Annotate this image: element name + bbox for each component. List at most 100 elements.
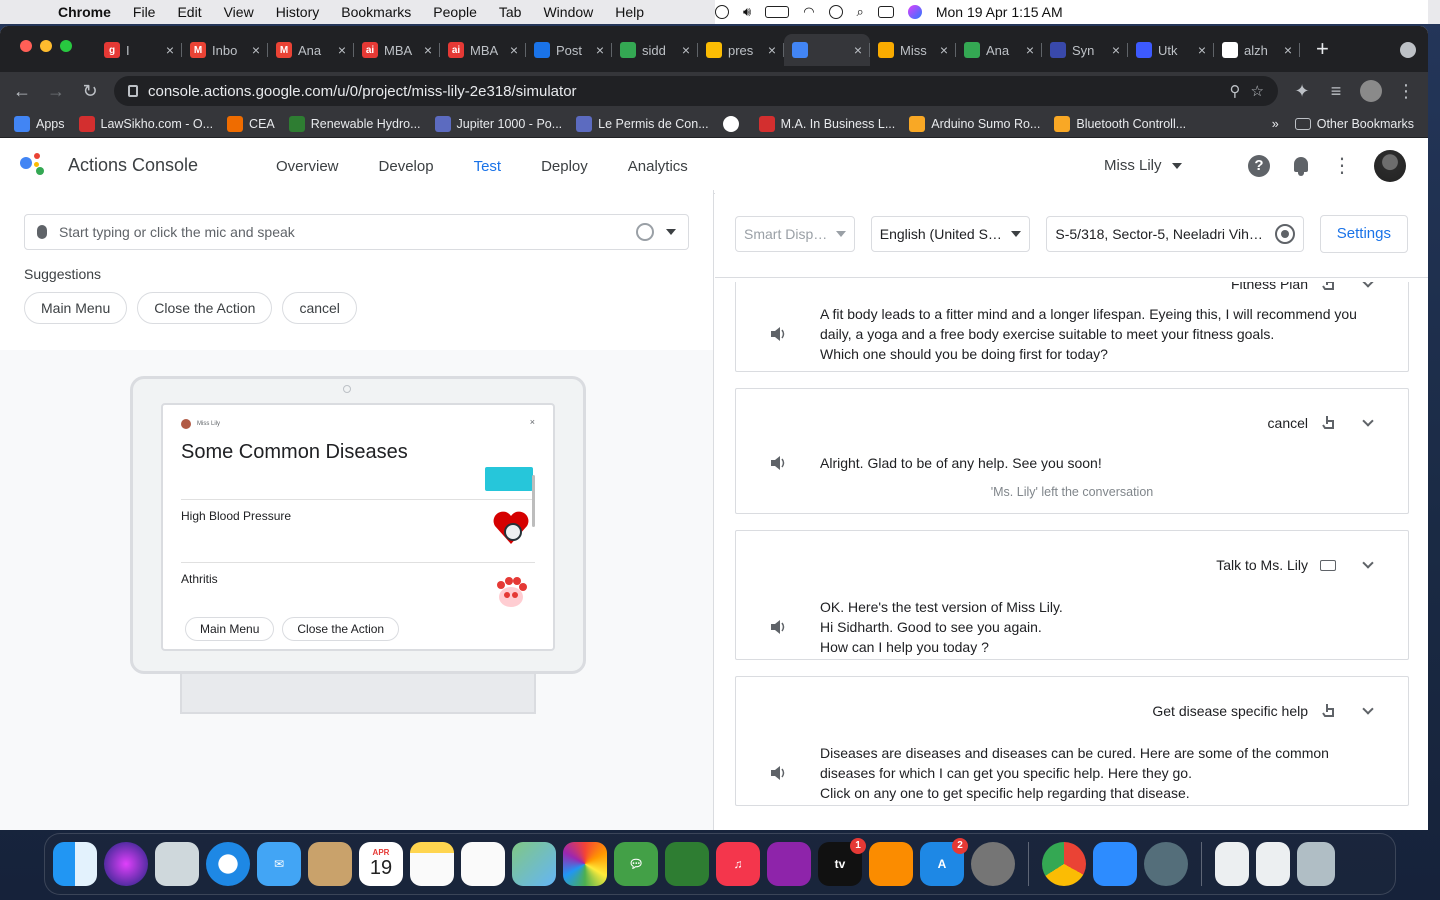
conversation-turn[interactable]: Fitness Plan A fit body leads to a fitter… [735, 282, 1409, 372]
microphone-icon[interactable] [37, 225, 47, 239]
maps-icon[interactable] [512, 842, 556, 886]
close-tab-icon[interactable]: × [1026, 42, 1034, 58]
menu-people[interactable]: People [422, 4, 488, 20]
speaker-play-icon[interactable] [770, 327, 786, 341]
listening-mode-icon[interactable] [636, 223, 654, 241]
bookmark-item[interactable]: Arduino Sumo Ro... [909, 115, 1040, 132]
notifications-bell-icon[interactable] [1292, 156, 1310, 176]
bookmark-item[interactable] [722, 115, 745, 132]
close-tab-icon[interactable]: × [682, 42, 690, 58]
system-preferences-icon[interactable] [971, 842, 1015, 886]
app-store-icon[interactable]: A2 [920, 838, 968, 886]
zoom-icon[interactable] [1093, 842, 1137, 886]
screen-close-icon[interactable]: × [530, 417, 535, 427]
close-tab-icon[interactable]: × [768, 42, 776, 58]
conversation-turn[interactable]: Get disease specific help Diseases are di… [735, 676, 1409, 806]
siri-icon[interactable] [907, 5, 922, 19]
siri-icon[interactable] [104, 842, 148, 886]
zip-file-icon[interactable] [1215, 842, 1249, 886]
address-bar[interactable]: console.actions.google.com/u/0/project/m… [114, 76, 1278, 106]
nav-deploy[interactable]: Deploy [521, 138, 608, 194]
chrome-menu-icon[interactable]: ⋮ [1396, 81, 1416, 102]
close-tab-icon[interactable]: × [510, 42, 518, 58]
bookmark-item[interactable]: Bluetooth Controll... [1054, 115, 1186, 132]
music-icon[interactable]: ♫ [716, 842, 760, 886]
menubar-clock[interactable]: Mon 19 Apr 1:15 AM [936, 4, 1063, 20]
suggestion-chip-cancel[interactable]: cancel [282, 292, 357, 324]
url-text[interactable]: console.actions.google.com/u/0/project/m… [148, 83, 1220, 100]
apple-tv-icon[interactable]: tv 1 [818, 838, 866, 886]
settings-button[interactable]: Settings [1319, 214, 1408, 253]
safari-icon[interactable] [206, 842, 250, 886]
menu-app-name[interactable]: Chrome [56, 4, 122, 20]
contacts-icon[interactable] [308, 842, 352, 886]
browser-tab[interactable]: ai MBA × [440, 34, 526, 66]
input-mode-chevron-icon[interactable] [666, 229, 676, 235]
language-select[interactable]: English (United Sta... [870, 215, 1031, 252]
other-bookmarks-folder[interactable]: Other Bookmarks [1294, 117, 1414, 131]
bookmark-item[interactable]: CEA [227, 115, 275, 132]
chrome-icon[interactable] [1042, 842, 1086, 886]
close-tab-icon[interactable]: × [1198, 42, 1206, 58]
bookmark-star-icon[interactable]: ☆ [1251, 82, 1264, 100]
menu-window[interactable]: Window [532, 4, 604, 20]
browser-tab[interactable]: M Inbo × [182, 34, 268, 66]
list-item[interactable]: High Blood Pressure [181, 499, 535, 562]
reminders-icon[interactable] [461, 842, 505, 886]
books-icon[interactable] [869, 842, 913, 886]
launchpad-icon[interactable] [155, 842, 199, 886]
browser-tab[interactable]: M Ana × [268, 34, 354, 66]
control-center-icon[interactable] [877, 6, 894, 18]
minimize-window-button[interactable] [40, 40, 52, 52]
menu-bookmarks[interactable]: Bookmarks [330, 4, 422, 20]
speaker-play-icon[interactable] [770, 620, 786, 634]
close-tab-icon[interactable]: × [596, 42, 604, 58]
user-icon[interactable] [828, 5, 843, 19]
menu-help[interactable]: Help [604, 4, 655, 20]
facetime-icon[interactable] [665, 842, 709, 886]
surface-select[interactable]: Smart Displa... [735, 215, 855, 252]
calendar-icon[interactable]: APR 19 [359, 842, 403, 886]
screen-chip-close-action[interactable]: Close the Action [282, 617, 400, 641]
expand-chevron-icon[interactable] [1362, 703, 1374, 715]
close-tab-icon[interactable]: × [166, 42, 174, 58]
new-tab-button[interactable]: + [1316, 36, 1329, 62]
zoom-window-button[interactable] [60, 40, 72, 52]
battery-icon[interactable] [765, 6, 790, 18]
conversation-turn[interactable]: cancel Alright. Glad to be of any help. S… [735, 388, 1409, 514]
podcasts-icon[interactable] [767, 842, 811, 886]
nav-test[interactable]: Test [454, 138, 522, 194]
screen-scrollbar[interactable] [532, 475, 535, 527]
nav-develop[interactable]: Develop [359, 138, 454, 194]
close-tab-icon[interactable]: × [424, 42, 432, 58]
close-window-button[interactable] [20, 40, 32, 52]
bookmarks-overflow-icon[interactable]: » [1272, 117, 1279, 131]
location-pin-icon[interactable]: ⚲ [1230, 82, 1241, 100]
finder-icon[interactable] [53, 842, 97, 886]
browser-tab[interactable]: g I × [96, 34, 182, 66]
menu-file[interactable]: File [122, 4, 167, 20]
location-field[interactable]: S-5/318, Sector-5, Neeladri Vihar, ... [1046, 215, 1304, 252]
browser-tab[interactable]: Post × [526, 34, 612, 66]
list-item[interactable]: Athritis [181, 562, 535, 625]
expand-chevron-icon[interactable] [1362, 282, 1374, 288]
media-control-icon[interactable]: ≡ [1326, 81, 1346, 102]
help-icon[interactable]: ? [1248, 155, 1270, 177]
browser-tab[interactable]: Ana × [956, 34, 1042, 66]
notes-icon[interactable] [410, 842, 454, 886]
account-avatar[interactable] [1374, 150, 1406, 182]
quicktime-icon[interactable] [1144, 842, 1188, 886]
browser-tab[interactable]: Utk × [1128, 34, 1214, 66]
profile-avatar[interactable] [1360, 80, 1382, 102]
close-tab-icon[interactable]: × [854, 42, 862, 58]
spotlight-icon[interactable]: ⌕ [857, 4, 864, 20]
menu-view[interactable]: View [213, 4, 265, 20]
play-status-icon[interactable] [715, 5, 729, 19]
extensions-icon[interactable]: ✦ [1292, 81, 1312, 102]
bookmark-item[interactable]: Jupiter 1000 - Po... [434, 115, 562, 132]
messages-icon[interactable]: 💬︎ [614, 842, 658, 886]
expand-chevron-icon[interactable] [1362, 415, 1374, 427]
browser-tab[interactable]: Miss × [870, 34, 956, 66]
query-input[interactable] [59, 224, 624, 240]
browser-tab[interactable]: pres × [698, 34, 784, 66]
